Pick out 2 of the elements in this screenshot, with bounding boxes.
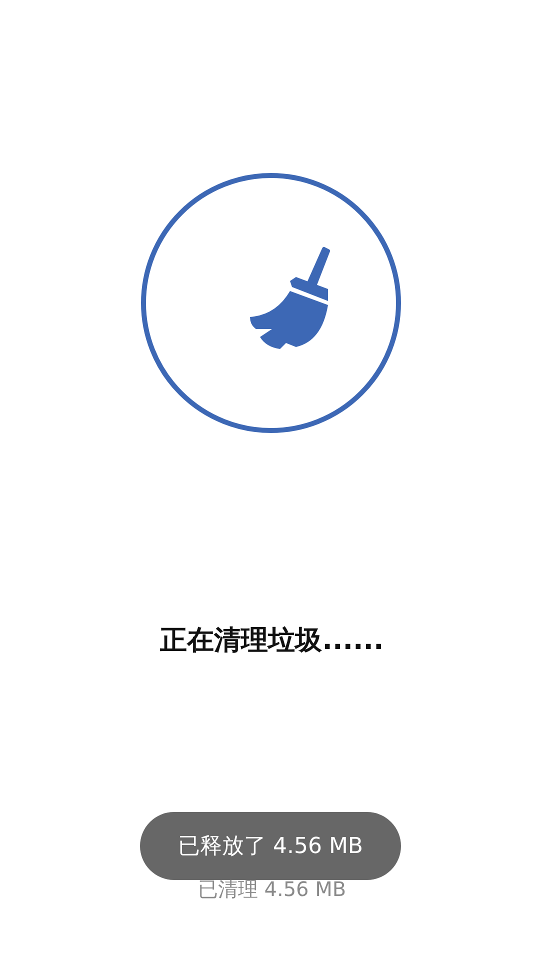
cleaning-status: 正在清理垃圾...... — [160, 624, 384, 658]
toast-message: 已释放了 4.56 MB — [140, 812, 401, 880]
